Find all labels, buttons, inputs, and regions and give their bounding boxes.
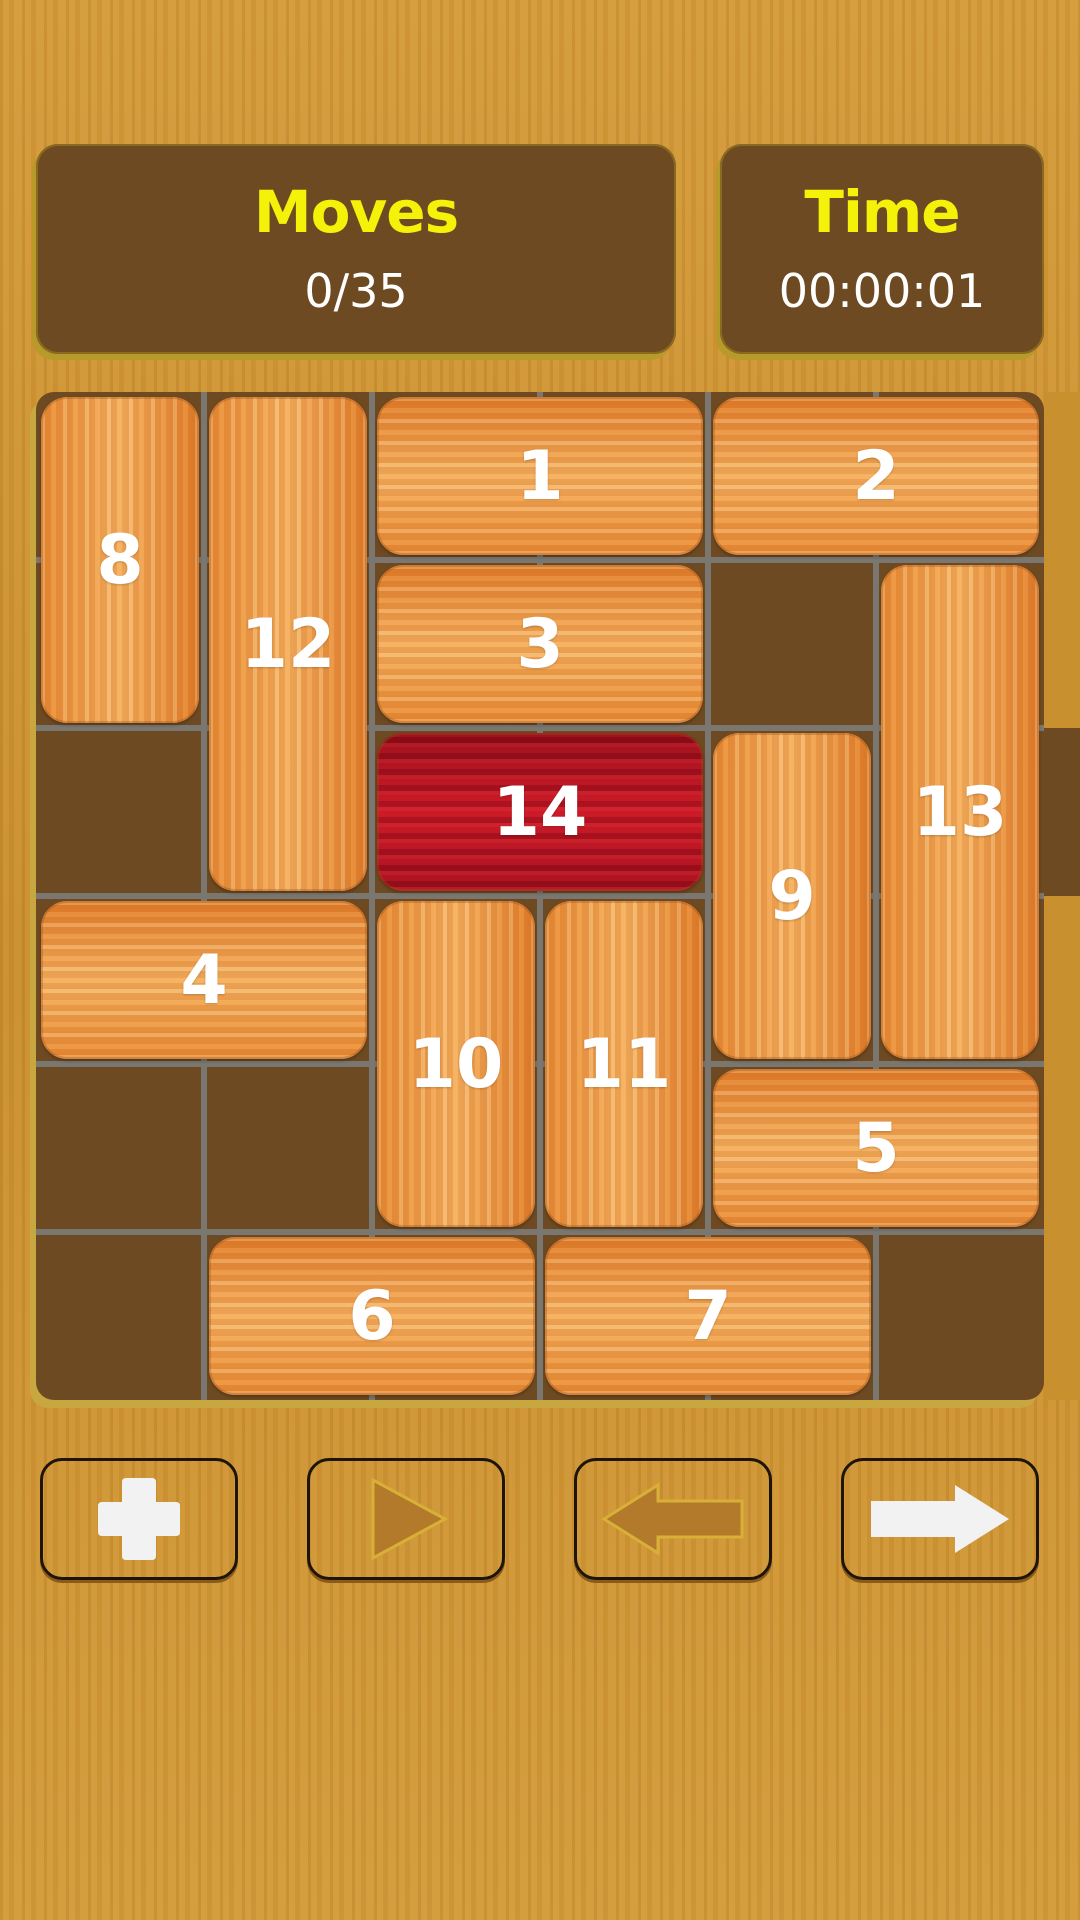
block-label: 7 (684, 1276, 732, 1356)
block-7[interactable]: 7 (545, 1237, 871, 1395)
block-label: 13 (912, 772, 1008, 852)
block-12[interactable]: 12 (209, 397, 367, 891)
board-wall-upper (1044, 392, 1080, 728)
block-9[interactable]: 9 (713, 733, 871, 1059)
exit-opening (1044, 728, 1080, 896)
block-2[interactable]: 2 (713, 397, 1039, 555)
block-label: 9 (768, 856, 816, 936)
block-label: 12 (240, 604, 336, 684)
block-label: 14 (492, 772, 588, 852)
time-panel: Time 00:00:01 (720, 144, 1044, 354)
block-label: 10 (408, 1024, 504, 1104)
block-label: 5 (852, 1108, 900, 1188)
block-5[interactable]: 5 (713, 1069, 1039, 1227)
puzzle-board: 8 12 1 2 3 13 14 9 4 10 11 5 6 7 (36, 392, 1044, 1400)
play-icon (371, 1477, 449, 1561)
block-label: 1 (516, 436, 564, 516)
block-label: 6 (348, 1276, 396, 1356)
time-counter: 00:00:01 (778, 264, 986, 318)
moves-panel: Moves 0/35 (36, 144, 676, 354)
new-game-button[interactable] (40, 1458, 238, 1580)
arrow-left-icon (601, 1482, 744, 1556)
block-label: 2 (852, 436, 900, 516)
block-8[interactable]: 8 (41, 397, 199, 723)
block-6[interactable]: 6 (209, 1237, 535, 1395)
undo-button[interactable] (574, 1458, 772, 1580)
arrow-right-icon (871, 1485, 1009, 1553)
block-13[interactable]: 13 (881, 565, 1039, 1059)
block-4[interactable]: 4 (41, 901, 367, 1059)
redo-button[interactable] (841, 1458, 1039, 1580)
block-label: 3 (516, 604, 564, 684)
block-11[interactable]: 11 (545, 901, 703, 1227)
target-block-14[interactable]: 14 (377, 733, 703, 891)
block-label: 11 (576, 1024, 672, 1104)
time-label: Time (804, 178, 960, 246)
block-10[interactable]: 10 (377, 901, 535, 1227)
block-label: 8 (96, 520, 144, 600)
play-button[interactable] (307, 1458, 505, 1580)
board-wall-lower (1044, 896, 1080, 1400)
block-3[interactable]: 3 (377, 565, 703, 723)
moves-label: Moves (253, 178, 459, 246)
block-label: 4 (180, 940, 228, 1020)
block-1[interactable]: 1 (377, 397, 703, 555)
plus-icon (98, 1478, 180, 1560)
moves-counter: 0/35 (304, 264, 408, 318)
